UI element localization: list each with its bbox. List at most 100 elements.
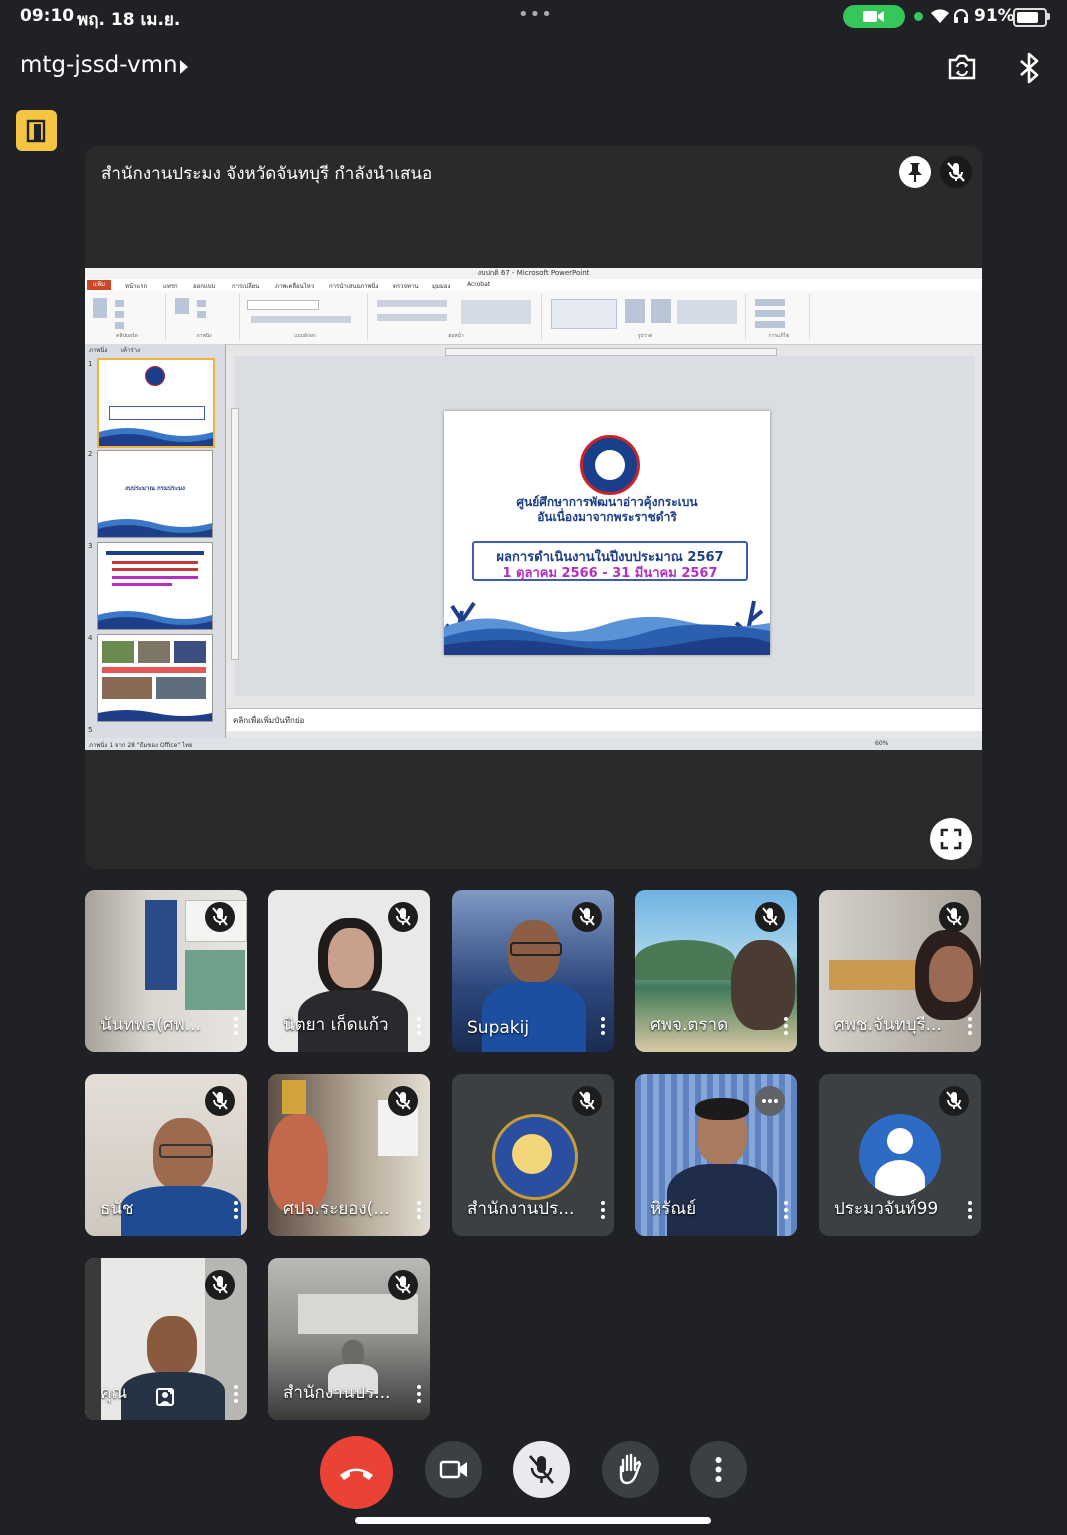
shared-screen: งบปกติ 67 - Microsoft PowerPoint แฟ้ม หน… — [85, 268, 982, 750]
more-options-icon[interactable] — [417, 1201, 421, 1222]
participant-name: ศพช.จันทบุรี... — [834, 1015, 942, 1035]
thumbnail-text: งบประมาณ กรมประมง — [125, 485, 185, 492]
ppt-tab: มุมมอง — [432, 283, 451, 290]
mic-off-icon — [947, 162, 965, 182]
current-slide: ศูนย์ศึกษาการพัฒนาอ่าวคุ้งกระเบน อันเนื่… — [444, 411, 770, 655]
ppt-tab: ออกแบบ — [193, 283, 216, 290]
participant-name: Supakij — [467, 1018, 530, 1038]
vertical-ruler — [231, 408, 239, 660]
participant-tile[interactable]: ศพช.จันทบุรี... — [819, 890, 981, 1052]
battery-percent: 91% — [974, 6, 1015, 26]
more-options-icon[interactable] — [968, 1017, 972, 1038]
participant-mute-badge — [388, 902, 418, 932]
end-call-button[interactable] — [320, 1436, 393, 1509]
mic-off-icon — [395, 1091, 411, 1110]
slide-heading: ศูนย์ศึกษาการพัฒนาอ่าวคุ้งกระเบน อันเนื่… — [444, 495, 770, 525]
ppt-file-tab: แฟ้ม — [87, 280, 111, 290]
participant-tile-self[interactable]: คุณ — [85, 1258, 247, 1420]
participant-tile[interactable]: หิรัณย์ — [635, 1074, 797, 1236]
participant-tile[interactable]: สำนักงานปร... — [452, 1074, 614, 1236]
ppt-status-text: ภาพนิ่ง 1 จาก 28 "ธีมของ Office" ไทย — [89, 742, 193, 749]
status-bar: 09:10 พฤ. 18 เม.ย. ••• 91% — [0, 0, 1067, 34]
participant-mute-badge — [205, 1270, 235, 1300]
participant-mute-badge — [572, 1086, 602, 1116]
ribbon-group-label: รูปวาด — [637, 333, 653, 339]
more-options-icon[interactable] — [234, 1017, 238, 1038]
more-options-icon[interactable] — [234, 1385, 238, 1406]
camera-toggle-button[interactable] — [425, 1441, 482, 1498]
status-time: 09:10 — [20, 6, 75, 26]
participant-tile[interactable]: สำนักงานปร... — [268, 1258, 430, 1420]
more-options-icon[interactable] — [234, 1201, 238, 1222]
home-indicator[interactable] — [355, 1517, 711, 1524]
participant-tile[interactable]: ประมวจันท์99 — [819, 1074, 981, 1236]
ppt-ribbon-tabs: แฟ้ม หน้าแรก แทรก ออกแบบ การเปลี่ยน ภาพเ… — [85, 279, 982, 291]
horizontal-ruler — [445, 348, 777, 356]
add-person-icon[interactable] — [155, 1386, 177, 1408]
mic-toggle-button[interactable] — [513, 1441, 570, 1498]
headphones-icon — [954, 9, 968, 23]
participant-name: คุณ — [100, 1383, 128, 1403]
more-options-icon[interactable] — [417, 1017, 421, 1038]
chevron-right-icon[interactable] — [180, 60, 188, 74]
participant-tile[interactable]: ศปจ.ระยอง(... — [268, 1074, 430, 1236]
status-date: พฤ. 18 เม.ย. — [77, 10, 181, 30]
notes-placeholder: คลิกเพื่อเพิ่มบันทึกย่อ — [233, 716, 305, 725]
more-options-icon[interactable] — [784, 1017, 788, 1038]
more-options-icon[interactable] — [417, 1385, 421, 1406]
participant-mute-badge — [939, 1086, 969, 1116]
pane-tab: เค้าร่าง — [121, 347, 140, 354]
more-options-icon[interactable] — [601, 1201, 605, 1222]
participant-name: ประมวจันท์99 — [834, 1199, 939, 1219]
pin-button[interactable] — [899, 156, 931, 188]
participant-name: ศปจ.ระยอง(... — [283, 1199, 390, 1219]
more-options-icon[interactable] — [601, 1017, 605, 1038]
ribbon-group-drawing: รูปวาด — [545, 294, 746, 340]
mic-off-icon — [529, 1455, 554, 1484]
avatar-placeholder — [859, 1114, 941, 1196]
participant-mute-badge — [939, 902, 969, 932]
participant-mute-badge — [388, 1270, 418, 1300]
presentation-stage[interactable]: สำนักงานประมง จังหวัดจันทบุรี กำลังนำเสน… — [85, 146, 982, 869]
participant-mute-badge — [388, 1086, 418, 1116]
participant-tile[interactable]: นิตยา เก็ดแก้ว — [268, 890, 430, 1052]
notes-pane: คลิกเพื่อเพิ่มบันทึกย่อ — [227, 708, 982, 731]
ribbon-group-slides: ภาพนิ่ง — [169, 294, 240, 340]
ribbon-group-label: คลิปบอร์ด — [116, 333, 138, 339]
participant-name: สำนักงานปร... — [283, 1383, 391, 1403]
participant-tile[interactable]: ธนัช — [85, 1074, 247, 1236]
bluetooth-icon[interactable] — [1017, 52, 1041, 84]
more-icon — [715, 1457, 722, 1482]
hand-raise-icon — [619, 1453, 642, 1485]
door-exit-icon[interactable] — [16, 110, 57, 151]
ppt-window-title: งบปกติ 67 - Microsoft PowerPoint — [85, 268, 982, 279]
meeting-code[interactable]: mtg-jssd-vmn — [20, 52, 178, 78]
mic-off-icon — [212, 1275, 228, 1294]
participant-tile[interactable]: Supakij — [452, 890, 614, 1052]
ribbon-group-label: แบบอักษร — [294, 333, 316, 339]
ppt-status-bar: ภาพนิ่ง 1 จาก 28 "ธีมของ Office" ไทย 60% — [85, 738, 982, 750]
pane-tab: ภาพนิ่ง — [89, 347, 108, 354]
mic-off-icon — [212, 907, 228, 926]
fullscreen-button[interactable] — [930, 818, 972, 860]
ppt-zoom: 60% — [875, 740, 889, 747]
mic-off-icon — [212, 1091, 228, 1110]
raise-hand-button[interactable] — [602, 1441, 659, 1498]
ppt-tab: แทรก — [163, 283, 178, 290]
ocean-wave-graphic — [444, 600, 770, 655]
camera-flip-icon[interactable] — [946, 52, 978, 82]
participant-tile[interactable]: นันทพล(ศพ... — [85, 890, 247, 1052]
more-options-icon[interactable] — [968, 1201, 972, 1222]
participant-mute-badge — [205, 1086, 235, 1116]
presenter-label: สำนักงานประมง จังหวัดจันทบุรี กำลังนำเสน… — [101, 164, 433, 184]
multitask-dots-icon[interactable]: ••• — [518, 4, 553, 25]
participant-name: หิรัณย์ — [650, 1199, 697, 1219]
ribbon-group-label: การแก้ไข — [768, 333, 790, 339]
participant-mute-badge — [205, 902, 235, 932]
end-call-icon — [340, 1468, 373, 1480]
fullscreen-icon — [940, 828, 962, 850]
participant-tile[interactable]: ศพจ.ตราด — [635, 890, 797, 1052]
ppt-tab: การนำเสนอภาพนิ่ง — [329, 283, 379, 290]
more-options-icon[interactable] — [784, 1201, 788, 1222]
more-options-button[interactable] — [690, 1441, 747, 1498]
